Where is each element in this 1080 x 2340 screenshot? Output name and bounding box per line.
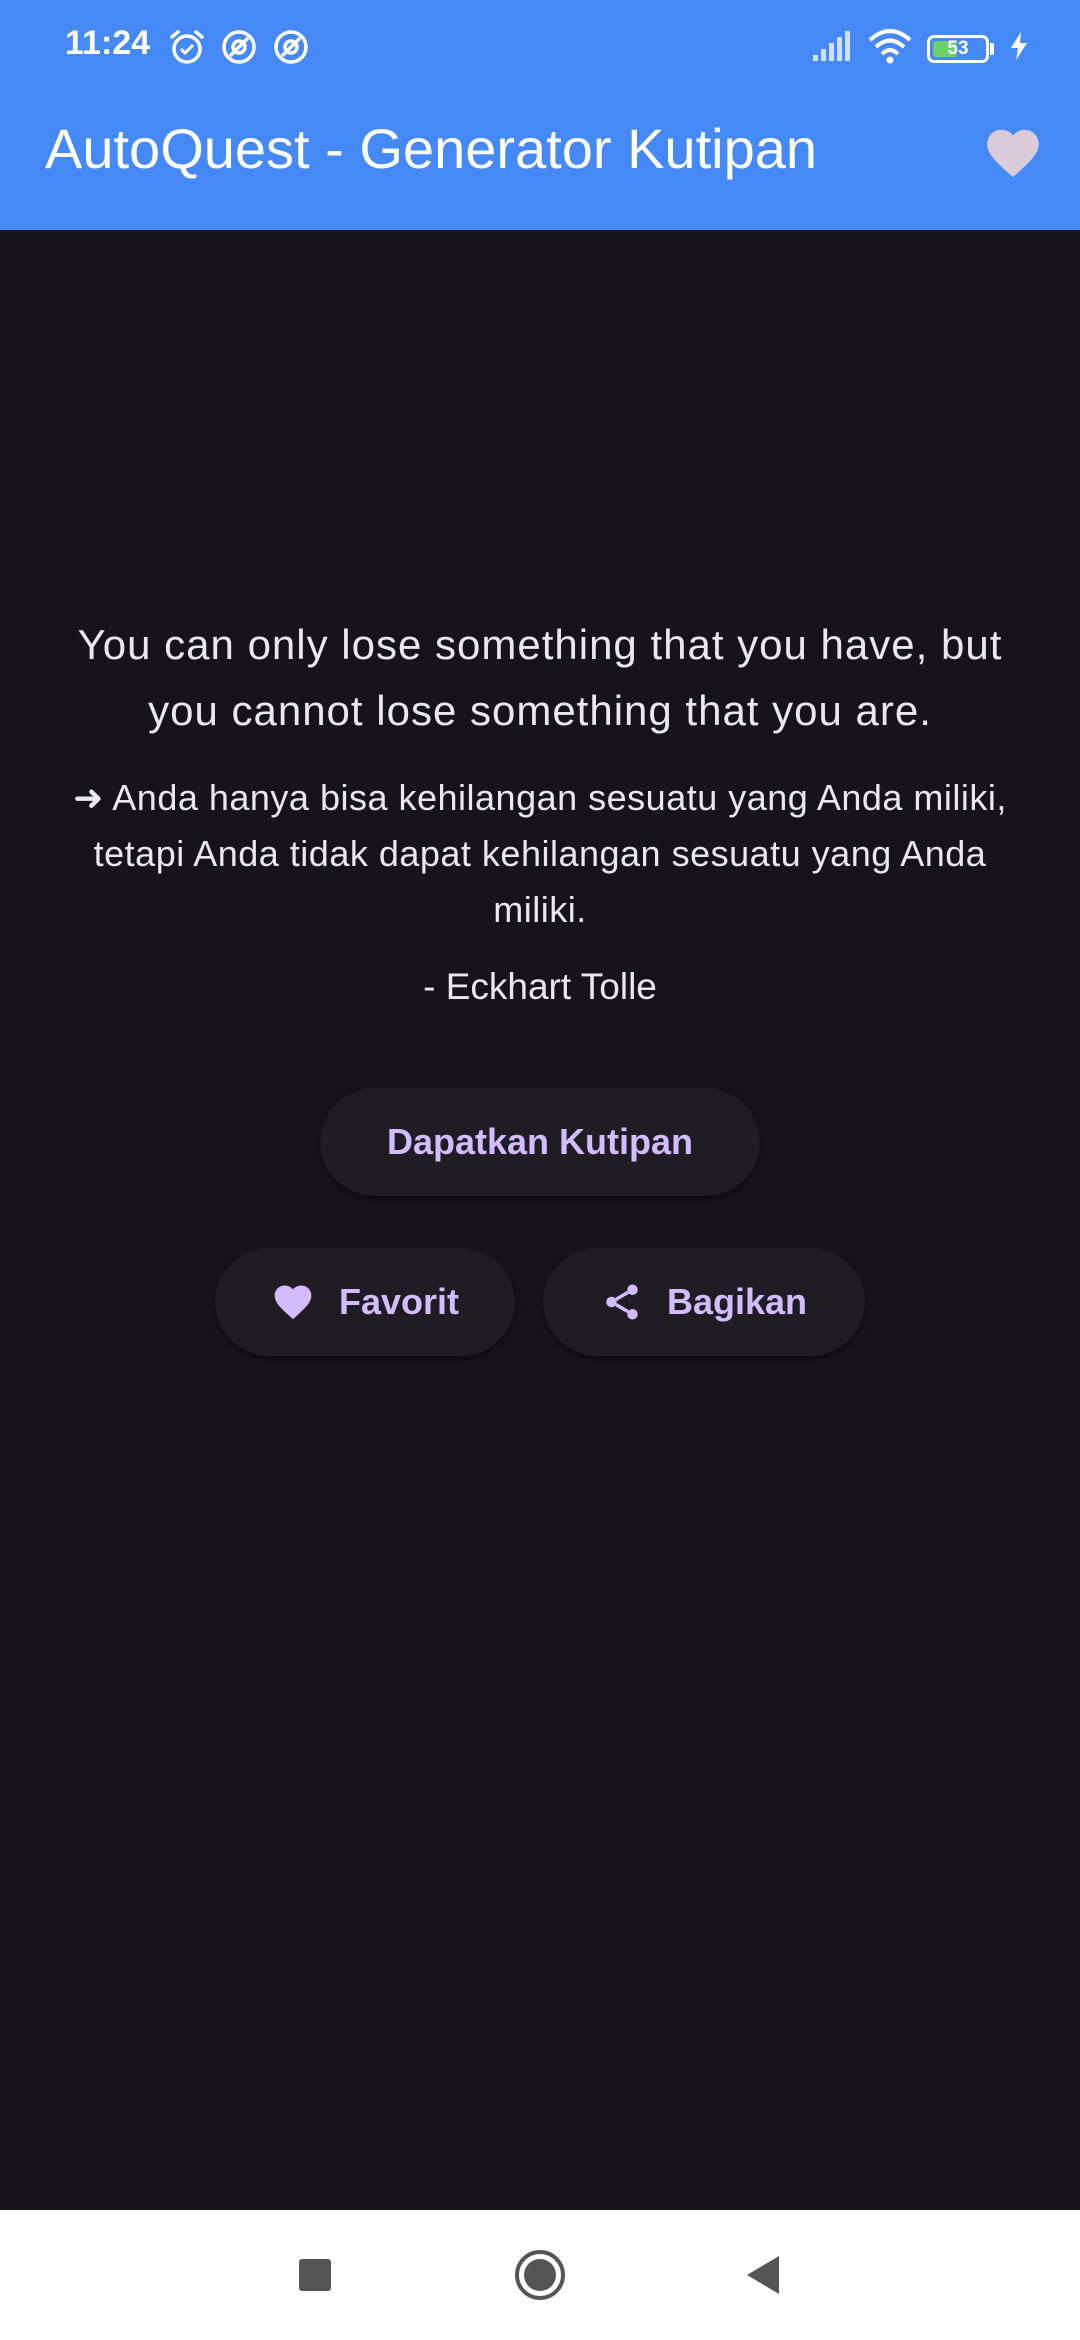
charging-icon <box>1008 31 1030 66</box>
wifi-icon <box>867 28 913 69</box>
share-icon <box>601 1281 643 1323</box>
share-button[interactable]: Bagikan <box>543 1248 865 1356</box>
favorite-button[interactable]: Favorit <box>215 1248 515 1356</box>
screen: 11:24 53 AutoQuest - Generator Kutipan Y… <box>0 0 1080 2340</box>
system-nav-bar <box>0 2210 1080 2340</box>
status-bar: 11:24 53 <box>0 0 1080 96</box>
quote-text: You can only lose something that you hav… <box>77 621 1003 734</box>
app-title: AutoQuest - Generator Kutipan <box>45 117 817 180</box>
triangle-back-icon <box>747 2256 779 2294</box>
signal-icon <box>811 29 853 68</box>
get-quote-label: Dapatkan Kutipan <box>386 1121 694 1162</box>
status-time: 11:24 <box>65 24 151 62</box>
recents-button[interactable] <box>280 2240 350 2310</box>
share-label: Bagikan <box>666 1281 808 1322</box>
back-button[interactable] <box>728 2240 798 2310</box>
quote-translation: ➜ Anda hanya bisa kehilangan sesuatu yan… <box>73 777 1007 930</box>
battery-icon: 53 <box>927 34 994 63</box>
get-quote-button[interactable]: Dapatkan Kutipan <box>320 1088 760 1196</box>
status-icons-right: 53 <box>811 28 1030 69</box>
home-button[interactable] <box>505 2240 575 2310</box>
favorites-heart-icon[interactable] <box>982 122 1044 184</box>
heart-icon <box>271 1280 315 1324</box>
square-icon <box>299 2259 331 2291</box>
battery-level: 53 <box>947 37 969 59</box>
quote-author: - Eckhart Tolle <box>423 966 657 1007</box>
status-icons-left <box>168 28 310 66</box>
app-bar: AutoQuest - Generator Kutipan <box>0 96 1080 230</box>
circle-icon <box>515 2250 565 2300</box>
alarm-icon <box>168 28 206 66</box>
main-content <box>0 230 1080 2210</box>
data-saver-icon <box>220 28 258 66</box>
favorite-label: Favorit <box>338 1281 460 1322</box>
data-saver-icon <box>272 28 310 66</box>
